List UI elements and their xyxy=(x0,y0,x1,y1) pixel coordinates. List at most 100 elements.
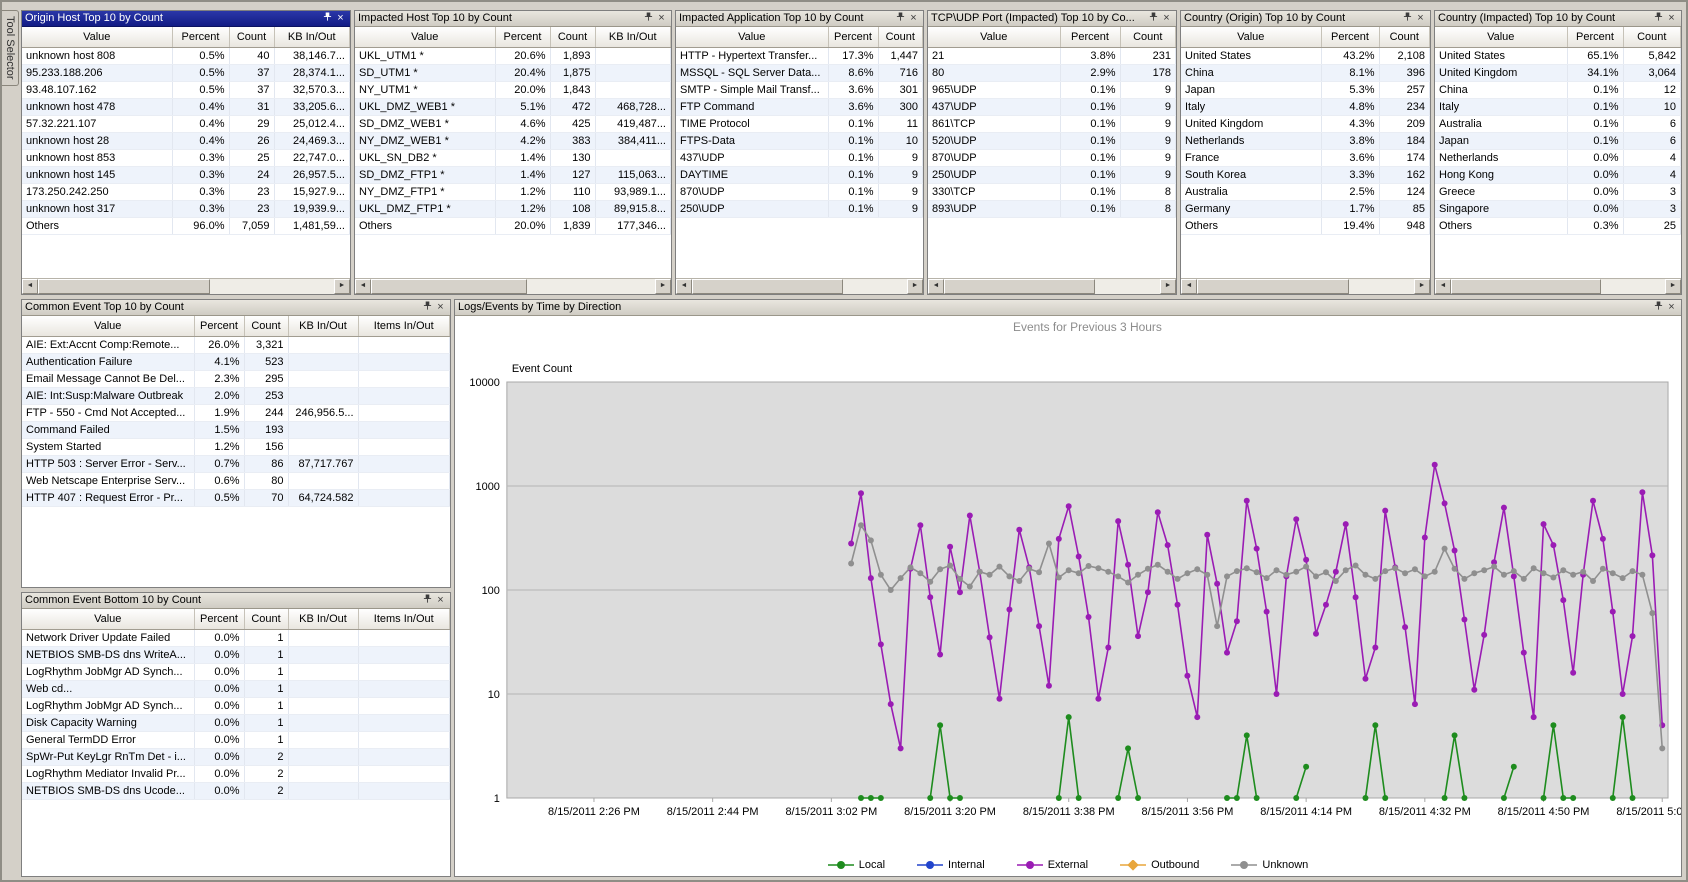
close-icon[interactable]: × xyxy=(434,301,447,314)
column-header-percent[interactable]: Percent xyxy=(1060,27,1120,47)
column-header-count[interactable]: Count xyxy=(550,27,595,47)
scroll-left-icon[interactable]: ◄ xyxy=(355,279,371,294)
column-header-count[interactable]: Count xyxy=(244,316,288,336)
table-row[interactable]: Command Failed1.5%193 xyxy=(22,421,450,438)
table-row[interactable]: LogRhythm JobMgr AD Synch...0.0%1 xyxy=(22,663,450,680)
table-row[interactable]: China0.1%12 xyxy=(1435,81,1681,98)
table-row[interactable]: United Kingdom34.1%3,064 xyxy=(1435,64,1681,81)
column-header-value[interactable]: Value xyxy=(22,316,194,336)
table-row[interactable]: unknown host 8530.3%2522,747.0... xyxy=(22,149,350,166)
column-header-percent[interactable]: Percent xyxy=(194,609,244,629)
legend-item-unknown[interactable]: Unknown xyxy=(1231,859,1308,871)
table-row[interactable]: United States65.1%5,842 xyxy=(1435,47,1681,64)
pin-icon[interactable] xyxy=(642,12,655,26)
table-row[interactable]: Authentication Failure4.1%523 xyxy=(22,353,450,370)
close-icon[interactable]: × xyxy=(655,12,668,25)
table-row[interactable]: Japan5.3%257 xyxy=(1181,81,1430,98)
table-row[interactable]: 250\UDP0.1%9 xyxy=(928,166,1176,183)
table-row[interactable]: 893\UDP0.1%8 xyxy=(928,200,1176,217)
panel-titlebar[interactable]: Logs/Events by Time by Direction × xyxy=(455,300,1681,316)
table-row[interactable]: AIE: Ext:Accnt Comp:Remote...26.0%3,321 xyxy=(22,336,450,353)
table-row[interactable]: unknown host 280.4%2624,469.3... xyxy=(22,132,350,149)
pin-icon[interactable] xyxy=(894,12,907,26)
scroll-right-icon[interactable]: ► xyxy=(334,279,350,294)
table-row[interactable]: DAYTIME0.1%9 xyxy=(676,166,923,183)
table-row[interactable]: Netherlands0.0%4 xyxy=(1435,149,1681,166)
table-row[interactable]: United Kingdom4.3%209 xyxy=(1181,115,1430,132)
column-header-count[interactable]: Count xyxy=(878,27,923,47)
column-header-value[interactable]: Value xyxy=(676,27,828,47)
table-row[interactable]: UKL_SN_DB2 *1.4%130 xyxy=(355,149,671,166)
table-row[interactable]: Network Driver Update Failed0.0%1 xyxy=(22,629,450,646)
table-row[interactable]: AIE: Int:Susp:Malware Outbreak2.0%253 xyxy=(22,387,450,404)
events-chart[interactable]: 1101001000100008/15/2011 2:26 PM8/15/201… xyxy=(455,316,1681,856)
table-row[interactable]: Italy0.1%10 xyxy=(1435,98,1681,115)
column-header-kb-in-out[interactable]: KB In/Out xyxy=(274,27,350,47)
horizontal-scrollbar[interactable]: ◄ ► xyxy=(355,278,671,294)
table-row[interactable]: unknown host 4780.4%3133,205.6... xyxy=(22,98,350,115)
legend-item-outbound[interactable]: Outbound xyxy=(1120,859,1199,871)
table-row[interactable]: Others0.3%25 xyxy=(1435,217,1681,234)
table-row[interactable]: SD_DMZ_FTP1 *1.4%127115,063... xyxy=(355,166,671,183)
scroll-right-icon[interactable]: ► xyxy=(1160,279,1176,294)
table-row[interactable]: UKL_DMZ_FTP1 *1.2%10889,915.8... xyxy=(355,200,671,217)
pin-icon[interactable] xyxy=(1147,12,1160,26)
table-row[interactable]: HTTP - Hypertext Transfer...17.3%1,447 xyxy=(676,47,923,64)
column-header-value[interactable]: Value xyxy=(1181,27,1321,47)
column-header-value[interactable]: Value xyxy=(22,27,172,47)
table-row[interactable]: 95.233.188.2060.5%3728,374.1... xyxy=(22,64,350,81)
scroll-left-icon[interactable]: ◄ xyxy=(1181,279,1197,294)
table-row[interactable]: FTP Command3.6%300 xyxy=(676,98,923,115)
pin-icon[interactable] xyxy=(1652,301,1665,315)
table-row[interactable]: China8.1%396 xyxy=(1181,64,1430,81)
panel-titlebar[interactable]: Country (Origin) Top 10 by Count × xyxy=(1181,11,1430,27)
column-header-items-in-out[interactable]: Items In/Out xyxy=(358,609,450,629)
legend-item-internal[interactable]: Internal xyxy=(917,859,985,871)
scroll-right-icon[interactable]: ► xyxy=(1414,279,1430,294)
pin-icon[interactable] xyxy=(421,301,434,315)
panel-titlebar[interactable]: Country (Impacted) Top 10 by Count × xyxy=(1435,11,1681,27)
panel-titlebar[interactable]: Impacted Application Top 10 by Count × xyxy=(676,11,923,27)
table-row[interactable]: 520\UDP0.1%9 xyxy=(928,132,1176,149)
table-row[interactable]: NETBIOS SMB-DS dns Ucode...0.0%2 xyxy=(22,782,450,799)
table-row[interactable]: Email Message Cannot Be Del...2.3%295 xyxy=(22,370,450,387)
table-row[interactable]: Hong Kong0.0%4 xyxy=(1435,166,1681,183)
column-header-percent[interactable]: Percent xyxy=(495,27,550,47)
table-row[interactable]: unknown host 3170.3%2319,939.9... xyxy=(22,200,350,217)
table-row[interactable]: SMTP - Simple Mail Transf...3.6%301 xyxy=(676,81,923,98)
table-row[interactable]: 93.48.107.1620.5%3732,570.3... xyxy=(22,81,350,98)
column-header-kb-in-out[interactable]: KB In/Out xyxy=(595,27,671,47)
pin-icon[interactable] xyxy=(321,12,334,26)
scrollbar-thumb[interactable] xyxy=(371,279,527,294)
table-row[interactable]: HTTP 407 : Request Error - Pr...0.5%7064… xyxy=(22,489,450,506)
table-row[interactable]: Web Netscape Enterprise Serv...0.6%80 xyxy=(22,472,450,489)
table-row[interactable]: unknown host 1450.3%2426,957.5... xyxy=(22,166,350,183)
scrollbar-thumb[interactable] xyxy=(944,279,1095,294)
table-row[interactable]: NETBIOS SMB-DS dns WriteA...0.0%1 xyxy=(22,646,450,663)
table-row[interactable]: HTTP 503 : Server Error - Serv...0.7%868… xyxy=(22,455,450,472)
scroll-left-icon[interactable]: ◄ xyxy=(928,279,944,294)
table-row[interactable]: 213.8%231 xyxy=(928,47,1176,64)
close-icon[interactable]: × xyxy=(334,12,347,25)
close-icon[interactable]: × xyxy=(1160,12,1173,25)
horizontal-scrollbar[interactable]: ◄ ► xyxy=(1181,278,1430,294)
table-row[interactable]: NY_DMZ_WEB1 *4.2%383384,411... xyxy=(355,132,671,149)
table-row[interactable]: Others96.0%7,0591,481,59... xyxy=(22,217,350,234)
scroll-left-icon[interactable]: ◄ xyxy=(1435,279,1451,294)
table-row[interactable]: General TermDD Error0.0%1 xyxy=(22,731,450,748)
column-header-count[interactable]: Count xyxy=(1379,27,1430,47)
column-header-items-in-out[interactable]: Items In/Out xyxy=(358,316,450,336)
table-row[interactable]: Web cd...0.0%1 xyxy=(22,680,450,697)
column-header-kb-in-out[interactable]: KB In/Out xyxy=(288,316,358,336)
column-header-percent[interactable]: Percent xyxy=(1321,27,1379,47)
column-header-count[interactable]: Count xyxy=(1120,27,1176,47)
scrollbar-track[interactable] xyxy=(944,279,1160,294)
panel-titlebar[interactable]: Origin Host Top 10 by Count × xyxy=(22,11,350,27)
table-row[interactable]: Australia2.5%124 xyxy=(1181,183,1430,200)
table-row[interactable]: NY_DMZ_FTP1 *1.2%11093,989.1... xyxy=(355,183,671,200)
legend-item-external[interactable]: External xyxy=(1017,859,1088,871)
table-row[interactable]: MSSQL - SQL Server Data...8.6%716 xyxy=(676,64,923,81)
table-row[interactable]: 870\UDP0.1%9 xyxy=(928,149,1176,166)
column-header-value[interactable]: Value xyxy=(355,27,495,47)
scrollbar-track[interactable] xyxy=(692,279,907,294)
